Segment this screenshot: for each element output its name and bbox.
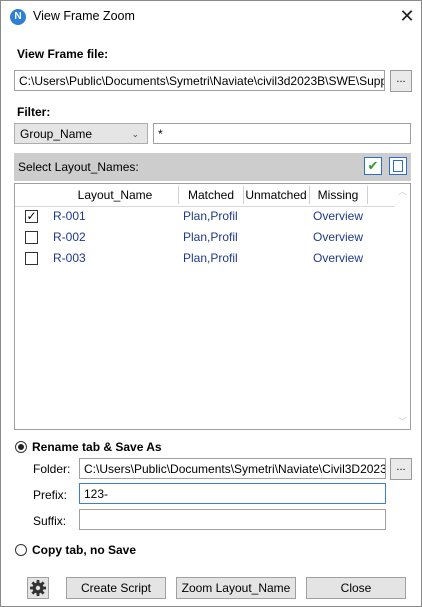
table-row[interactable]: R-003 Plan,Profil Overview [15,248,396,269]
window-title: View Frame Zoom [33,9,135,23]
zoom-layout-button[interactable]: Zoom Layout_Name [176,577,296,599]
close-button[interactable]: Close [306,577,406,599]
folder-browse-button[interactable]: ... [390,458,412,480]
select-layouts-label: Select Layout_Names: [18,160,139,174]
prefix-label: Prefix: [33,488,68,502]
filter-field-select[interactable]: Group_Name ⌄ [14,123,148,144]
filter-value-input[interactable]: * [153,123,411,144]
layout-name-cell: R-002 [53,230,86,244]
gear-icon [30,580,46,596]
prefix-input[interactable]: 123- [79,483,386,504]
close-icon[interactable]: ✕ [397,6,417,26]
create-script-button[interactable]: Create Script [66,577,166,599]
view-frame-path-field[interactable]: C:\Users\Public\Documents\Symetri\Naviat… [14,70,385,91]
select-layouts-bar: Select Layout_Names: ✔ [14,153,411,181]
folder-input[interactable]: C:\Users\Public\Documents\Symetri\Naviat… [79,458,386,479]
filter-field-value: Group_Name [20,127,93,141]
scroll-down-icon[interactable]: ﹀ [395,416,410,427]
layout-list-header: Layout_Name Matched Unmatched Missing [15,184,396,207]
column-header-missing[interactable]: Missing [309,184,367,206]
layout-list[interactable]: Layout_Name Matched Unmatched Missing ✓ … [14,183,411,430]
layout-name-cell: R-003 [53,251,86,265]
rename-save-radio[interactable] [15,441,27,453]
missing-cell: Overview [313,251,364,265]
table-row[interactable]: ✓ R-001 Plan,Profil Overview [15,206,396,227]
dialog-window: N View Frame Zoom ✕ View Frame file: C:\… [0,0,422,607]
table-row[interactable]: R-002 Plan,Profil Overview [15,227,396,248]
chevron-down-icon: ⌄ [131,129,139,139]
vertical-scrollbar[interactable]: ︿ ﹀ [395,184,410,429]
copy-no-save-label[interactable]: Copy tab, no Save [32,543,136,557]
missing-cell: Overview [313,209,364,223]
view-frame-browse-button[interactable]: ... [390,70,412,92]
folder-label: Folder: [33,462,71,476]
title-bar: N View Frame Zoom ✕ [1,1,421,33]
row-checkbox[interactable] [25,231,38,244]
view-frame-label: View Frame file: [17,47,109,61]
filter-label: Filter: [17,105,51,119]
scroll-up-icon[interactable]: ︿ [395,186,410,197]
suffix-input[interactable] [79,509,386,530]
rename-save-label[interactable]: Rename tab & Save As [32,440,162,454]
column-header-matched[interactable]: Matched [179,184,243,206]
layout-name-cell: R-001 [53,209,86,223]
copy-no-save-radio[interactable] [15,544,27,556]
column-header-layout-name[interactable]: Layout_Name [53,184,177,206]
column-header-unmatched[interactable]: Unmatched [243,184,309,206]
suffix-label: Suffix: [33,514,67,528]
naviate-logo-icon: N [10,9,26,25]
matched-cell: Plan,Profil [183,251,238,265]
settings-button[interactable] [27,577,49,599]
matched-cell: Plan,Profil [183,209,238,223]
row-checkbox[interactable] [25,252,38,265]
missing-cell: Overview [313,230,364,244]
uncheck-all-icon[interactable] [389,157,407,175]
check-all-icon[interactable]: ✔ [364,157,382,175]
row-checkbox[interactable]: ✓ [25,210,38,223]
matched-cell: Plan,Profil [183,230,238,244]
